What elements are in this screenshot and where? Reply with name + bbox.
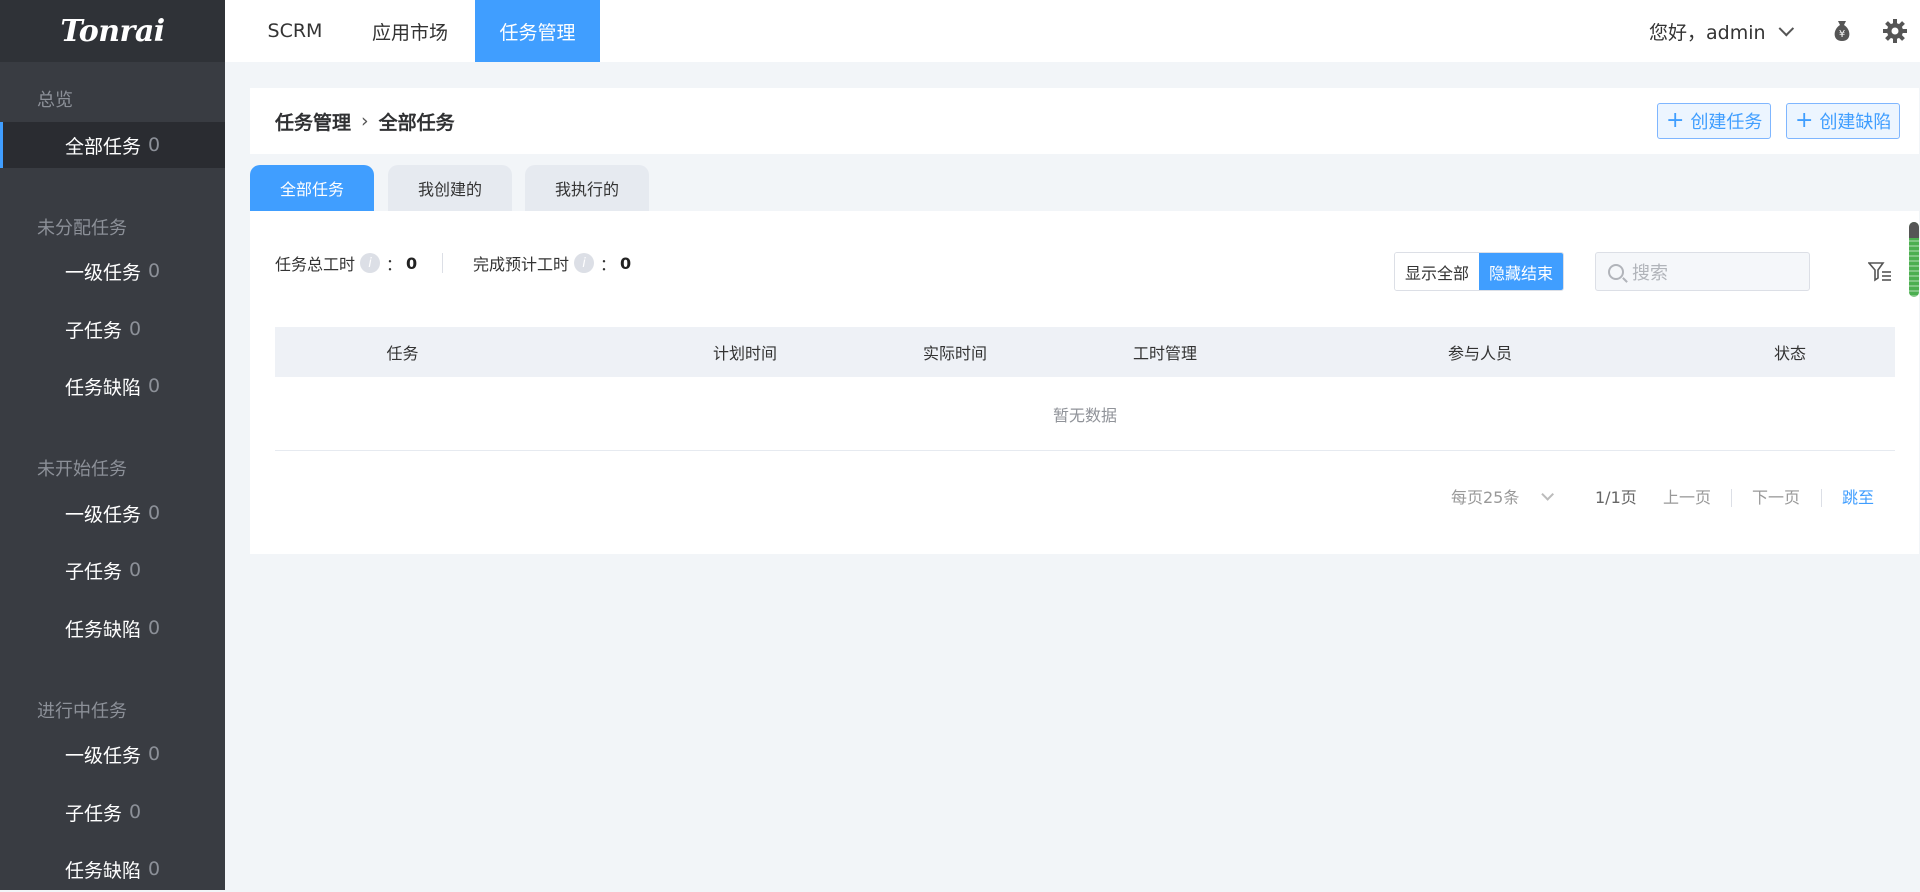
sidebar-item-count: 0 xyxy=(148,260,161,282)
breadcrumb: 任务管理 › 全部任务 xyxy=(275,88,455,154)
page-size-label: 每页25条 xyxy=(1451,488,1520,507)
user-greeting: 您好，admin xyxy=(1649,21,1766,44)
column-header-task: 任务 xyxy=(386,344,419,363)
status-toggle: 显示全部 隐藏结束 xyxy=(1394,252,1565,291)
create-task-label: 创建任务 xyxy=(1690,112,1763,133)
info-icon[interactable]: i xyxy=(360,253,381,273)
jump-to-page[interactable]: 跳至 xyxy=(1842,481,1874,511)
plus-icon: + xyxy=(1666,108,1685,133)
prev-page-button[interactable]: 上一页 xyxy=(1663,481,1711,511)
user-menu[interactable]: 您好，admin xyxy=(1649,0,1794,62)
sidebar-item-count: 0 xyxy=(148,375,161,397)
sidebar-group-title: 进行中任务 xyxy=(37,701,127,722)
total-hours-label: 任务总工时 xyxy=(275,255,356,274)
logo: Tonrai xyxy=(0,0,225,62)
nav-tab-app-market[interactable]: 应用市场 xyxy=(355,0,465,62)
sidebar-item-label: 子任务 xyxy=(65,319,123,342)
column-header-actual-time: 实际时间 xyxy=(922,344,987,363)
breadcrumb-current: 全部任务 xyxy=(378,111,455,134)
filter-icon[interactable] xyxy=(1868,261,1892,283)
top-nav-bar: SCRM 应用市场 任务管理 您好，admin ¥ xyxy=(225,0,1920,62)
nav-tab-scrm[interactable]: SCRM xyxy=(255,0,335,62)
chevron-down-icon xyxy=(1778,20,1794,36)
total-hours-stat: 任务总工时 i ： 0 xyxy=(275,251,417,275)
sidebar-item-unassigned-defect[interactable]: 任务缺陷 0 xyxy=(0,363,225,409)
estimate-hours-stat: 完成预计工时 i ： 0 xyxy=(473,251,631,275)
hide-finished-button[interactable]: 隐藏结束 xyxy=(1479,253,1564,290)
estimate-hours-value: 0 xyxy=(620,253,632,273)
column-header-hours: 工时管理 xyxy=(1132,344,1197,363)
main-panel: 任务管理 › 全部任务 + 创建任务 + 创建缺陷 全部任务 我创建的 我执行的… xyxy=(250,88,1919,554)
sidebar-item-unassigned-subtask[interactable]: 子任务 0 xyxy=(0,306,225,352)
sidebar-item-in-progress-defect[interactable]: 任务缺陷 0 xyxy=(0,846,225,892)
sidebar-group-title: 未分配任务 xyxy=(37,218,127,239)
column-header-status: 状态 xyxy=(1773,344,1806,363)
divider xyxy=(1731,489,1732,507)
colon: ： xyxy=(600,255,617,274)
create-defect-button[interactable]: + 创建缺陷 xyxy=(1786,103,1901,139)
page-size-select[interactable]: 每页25条 xyxy=(1451,481,1555,511)
sidebar-item-label: 全部任务 xyxy=(65,135,142,158)
search-input[interactable]: 搜索 xyxy=(1595,252,1810,291)
sidebar: Tonrai 总览 全部任务 0 未分配任务 一级任务 0 子任务 0 任务缺陷… xyxy=(0,0,225,890)
gear-icon[interactable] xyxy=(1882,18,1908,44)
sidebar-item-count: 0 xyxy=(148,502,161,524)
colon: ： xyxy=(386,255,403,274)
column-header-participants: 参与人员 xyxy=(1447,344,1512,363)
sidebar-item-unassigned-level1[interactable]: 一级任务 0 xyxy=(0,248,225,294)
divider xyxy=(1821,489,1822,507)
estimate-hours-label: 完成预计工时 xyxy=(473,255,570,274)
page-header: 任务管理 › 全部任务 + 创建任务 + 创建缺陷 xyxy=(250,88,1919,154)
sidebar-item-all-tasks[interactable]: 全部任务 0 xyxy=(0,122,225,168)
tab-all-tasks[interactable]: 全部任务 xyxy=(250,165,374,211)
divider xyxy=(442,253,443,273)
search-icon xyxy=(1608,263,1624,280)
sidebar-item-not-started-level1[interactable]: 一级任务 0 xyxy=(0,490,225,536)
table-header: 任务 计划时间 实际时间 工时管理 参与人员 状态 xyxy=(275,327,1895,377)
empty-state: 暂无数据 xyxy=(275,377,1895,451)
sidebar-group-title: 未开始任务 xyxy=(37,459,127,480)
sidebar-item-count: 0 xyxy=(148,858,161,880)
pagination: 每页25条 1/1页 上一页 下一页 跳至 xyxy=(250,481,1919,511)
sidebar-item-not-started-defect[interactable]: 任务缺陷 0 xyxy=(0,605,225,651)
total-hours-value: 0 xyxy=(406,253,418,273)
sidebar-item-in-progress-subtask[interactable]: 子任务 0 xyxy=(0,789,225,835)
sidebar-item-count: 0 xyxy=(129,801,142,823)
show-all-button[interactable]: 显示全部 xyxy=(1395,253,1480,290)
sidebar-item-label: 一级任务 xyxy=(65,744,142,767)
sidebar-item-count: 0 xyxy=(129,559,142,581)
scrollbar-thumb[interactable] xyxy=(1909,222,1919,238)
sidebar-item-count: 0 xyxy=(148,134,161,156)
sidebar-item-not-started-subtask[interactable]: 子任务 0 xyxy=(0,547,225,593)
breadcrumb-item[interactable]: 任务管理 xyxy=(275,108,351,135)
create-defect-label: 创建缺陷 xyxy=(1819,112,1892,133)
svg-text:¥: ¥ xyxy=(1839,29,1845,40)
sidebar-item-in-progress-level1[interactable]: 一级任务 0 xyxy=(0,731,225,777)
sidebar-item-count: 0 xyxy=(129,318,142,340)
nav-tab-task-management[interactable]: 任务管理 xyxy=(475,0,600,62)
sidebar-item-label: 子任务 xyxy=(65,802,123,825)
sidebar-item-label: 一级任务 xyxy=(65,503,142,526)
money-bag-icon[interactable]: ¥ xyxy=(1829,18,1855,44)
sidebar-group-title: 总览 xyxy=(37,90,73,111)
page-info: 1/1页 xyxy=(1595,488,1637,507)
tab-executed-by-me[interactable]: 我执行的 xyxy=(525,165,649,211)
sidebar-item-count: 0 xyxy=(148,743,161,765)
sidebar-item-label: 任务缺陷 xyxy=(65,376,142,399)
column-header-plan-time: 计划时间 xyxy=(712,344,777,363)
sidebar-item-label: 子任务 xyxy=(65,560,123,583)
info-icon[interactable]: i xyxy=(574,253,595,273)
sidebar-item-count: 0 xyxy=(148,617,161,639)
chevron-down-icon xyxy=(1541,487,1555,501)
next-page-button[interactable]: 下一页 xyxy=(1752,481,1800,511)
tab-created-by-me[interactable]: 我创建的 xyxy=(388,165,512,211)
create-task-button[interactable]: + 创建任务 xyxy=(1657,103,1772,139)
plus-icon: + xyxy=(1795,108,1814,133)
search-placeholder: 搜索 xyxy=(1632,262,1668,284)
sidebar-item-label: 任务缺陷 xyxy=(65,618,142,641)
sidebar-item-label: 一级任务 xyxy=(65,261,142,284)
chevron-right-icon: › xyxy=(361,110,369,132)
sidebar-item-label: 任务缺陷 xyxy=(65,859,142,882)
task-content: 任务总工时 i ： 0 完成预计工时 i ： 0 显示全部 隐藏结束 搜索 任务 xyxy=(250,211,1919,554)
